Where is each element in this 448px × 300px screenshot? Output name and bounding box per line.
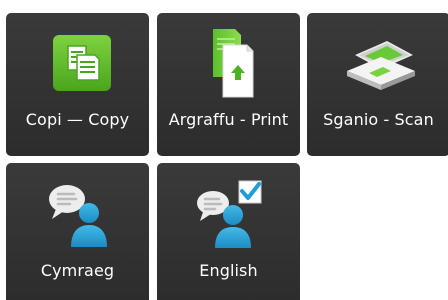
cymraeg-label: Cymraeg: [40, 261, 115, 280]
scan-label: Sganio - Scan: [323, 110, 434, 129]
copy-label: Copi — Copy: [25, 110, 130, 129]
copy-icon: [6, 27, 149, 99]
print-label: Argraffu - Print: [168, 110, 289, 129]
english-tile[interactable]: English: [157, 163, 300, 300]
menu-grid: Copi — Copy Argraffu - Print Sganio - Sc…: [0, 0, 448, 300]
scan-icon: [307, 27, 448, 99]
print-icon: [157, 27, 300, 99]
speech-person-checked-icon: [161, 177, 300, 249]
copy-tile[interactable]: Copi — Copy: [6, 13, 149, 156]
scan-tile[interactable]: Sganio - Scan: [307, 13, 448, 156]
print-tile[interactable]: Argraffu - Print: [157, 13, 300, 156]
speech-person-icon: [6, 177, 149, 249]
english-label: English: [199, 261, 258, 280]
cymraeg-tile[interactable]: Cymraeg: [6, 163, 149, 300]
